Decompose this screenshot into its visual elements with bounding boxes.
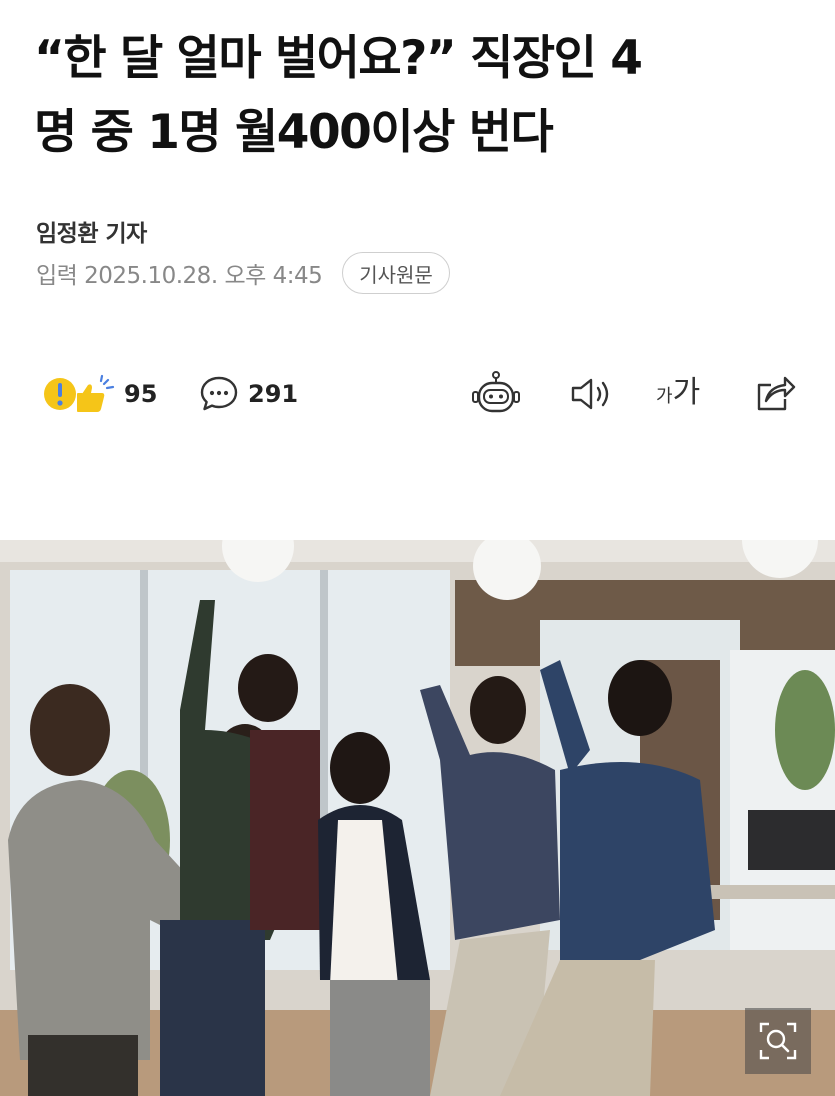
share-icon <box>757 376 796 411</box>
headline-line-1: “한 달 얼마 벌어요?” 직장인 4 <box>34 31 643 86</box>
font-size-button[interactable]: 가 가 <box>656 370 700 418</box>
article-toolbar: 95 291 가 가 <box>0 364 835 424</box>
robot-icon <box>472 371 520 413</box>
comment-count: 291 <box>248 380 299 408</box>
share-button[interactable] <box>748 370 800 418</box>
image-zoom-button[interactable] <box>745 1008 811 1074</box>
reaction-button[interactable]: 95 <box>42 364 157 424</box>
comment-bubble-icon <box>200 376 238 411</box>
headline-line-2: 명 중 1명 월400이상 번다 <box>34 105 554 160</box>
font-size-big-glyph: 가 <box>672 375 701 410</box>
published-date: 입력 2025.10.28. 오후 4:45 <box>36 263 323 289</box>
font-size-small-glyph: 가 <box>656 386 673 407</box>
dateline: 입력 2025.10.28. 오후 4:45 기사원문 <box>36 252 450 294</box>
article-photo[interactable] <box>0 540 835 1096</box>
reaction-emoji-icon <box>44 374 115 412</box>
reaction-count: 95 <box>124 380 158 408</box>
zoom-search-icon <box>759 1022 797 1060</box>
speaker-icon <box>571 378 609 410</box>
listen-button[interactable] <box>566 370 618 418</box>
comment-button[interactable]: 291 <box>198 364 298 424</box>
original-article-button[interactable]: 기사원문 <box>342 252 450 294</box>
reporter-name[interactable]: 임정환 기자 <box>36 214 147 248</box>
summary-bot-button[interactable] <box>470 370 522 418</box>
article-headline: “한 달 얼마 벌어요?” 직장인 4 명 중 1명 월400이상 번다 <box>34 22 804 170</box>
office-celebration-photo <box>0 540 835 1096</box>
